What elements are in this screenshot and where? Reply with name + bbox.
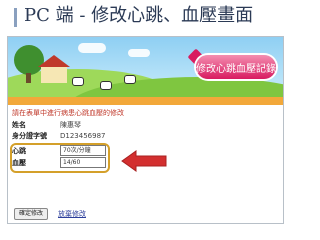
house-illustration <box>41 67 67 83</box>
house-roof-illustration <box>38 55 70 67</box>
id-value: D123456987 <box>60 132 106 140</box>
confirm-edit-button[interactable]: 確定修改 <box>14 208 49 220</box>
slide-title: PC 端 - 修改心跳、血壓畫面 <box>24 5 254 26</box>
cow-illustration <box>124 75 136 84</box>
tree-trunk <box>26 73 31 83</box>
left-arrow-icon <box>121 150 167 172</box>
id-label: 身分證字號 <box>12 132 47 140</box>
header-divider <box>8 97 283 105</box>
cancel-edit-link[interactable]: 放棄修改 <box>58 209 86 219</box>
name-label: 姓名 <box>12 121 26 129</box>
header-banner: 修改心跳血壓記錄 <box>8 37 283 97</box>
name-row: 姓名 陳惠琴 <box>12 120 81 130</box>
page-badge: 修改心跳血壓記錄 <box>196 55 276 79</box>
cow-illustration <box>100 81 112 90</box>
cow-illustration <box>72 77 84 86</box>
title-accent-bar <box>14 8 17 27</box>
cloud <box>78 43 106 53</box>
app-screenshot: 修改心跳血壓記錄 請在表單中進行病患心跳血壓的修改 姓名 陳惠琴 身分證字號 D12… <box>7 36 284 224</box>
form-instruction: 請在表單中進行病患心跳血壓的修改 <box>12 109 124 117</box>
cloud <box>128 49 150 57</box>
name-value: 陳惠琴 <box>60 121 81 129</box>
id-row: 身分證字號 D123456987 <box>12 131 105 141</box>
edit-fields-highlight <box>10 143 110 173</box>
